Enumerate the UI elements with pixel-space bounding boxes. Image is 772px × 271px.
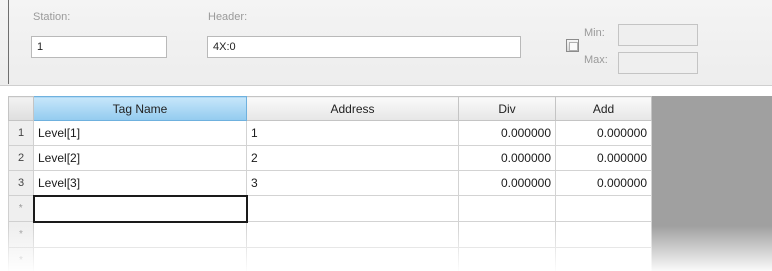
add-cell[interactable]: [555, 221, 652, 248]
header-field[interactable]: 4X:0: [207, 36, 521, 58]
column-header-tag-name[interactable]: Tag Name: [33, 96, 247, 121]
address-cell[interactable]: 1: [246, 120, 459, 146]
address-cell[interactable]: [246, 195, 459, 222]
station-field[interactable]: 1: [31, 36, 167, 58]
min-label: Min:: [584, 27, 605, 39]
table-row[interactable]: 1 Level[1] 1 0.000000 0.000000: [8, 120, 652, 146]
panel-divider: [8, 0, 9, 84]
row-header[interactable]: 2: [8, 145, 34, 171]
settings-panel: Station: 1 Header: 4X:0 Min: Max:: [0, 0, 772, 86]
tag-table: Tag Name Address Div Add 1 Level[1] 1 0.…: [8, 96, 652, 271]
tag-name-edit-cell[interactable]: [32, 194, 248, 223]
address-cell[interactable]: 3: [246, 170, 459, 196]
div-cell[interactable]: 0.000000: [458, 145, 556, 171]
add-cell[interactable]: [555, 195, 652, 222]
table-row[interactable]: 3 Level[3] 3 0.000000 0.000000: [8, 170, 652, 196]
tag-name-cell[interactable]: Level[3]: [33, 170, 247, 196]
tag-grid: Tag Name Address Div Add 1 Level[1] 1 0.…: [8, 96, 772, 271]
add-cell[interactable]: 0.000000: [555, 145, 652, 171]
tag-name-cell[interactable]: [33, 247, 247, 271]
max-label: Max:: [584, 54, 608, 66]
address-cell[interactable]: [246, 247, 459, 271]
div-cell[interactable]: 0.000000: [458, 170, 556, 196]
add-cell[interactable]: [555, 247, 652, 271]
div-cell[interactable]: [458, 247, 556, 271]
tag-name-cell[interactable]: Level[2]: [33, 145, 247, 171]
table-row[interactable]: 2 Level[2] 2 0.000000 0.000000: [8, 145, 652, 171]
column-header-add[interactable]: Add: [555, 96, 652, 121]
column-header-div[interactable]: Div: [458, 96, 556, 121]
row-header[interactable]: 1: [8, 120, 34, 146]
new-row[interactable]: *: [8, 194, 652, 223]
min-field[interactable]: [618, 24, 698, 46]
max-field[interactable]: [618, 52, 698, 74]
new-row-marker[interactable]: *: [8, 221, 34, 248]
new-row-marker[interactable]: *: [8, 247, 34, 271]
column-header-address[interactable]: Address: [246, 96, 459, 121]
grid-corner[interactable]: [8, 96, 34, 121]
range-checkbox[interactable]: [566, 39, 579, 52]
header-label: Header:: [208, 11, 248, 23]
new-row-marker[interactable]: *: [8, 195, 34, 222]
new-row[interactable]: *: [8, 247, 652, 271]
new-row[interactable]: *: [8, 221, 652, 248]
row-header[interactable]: 3: [8, 170, 34, 196]
add-cell[interactable]: 0.000000: [555, 120, 652, 146]
add-cell[interactable]: 0.000000: [555, 170, 652, 196]
div-cell[interactable]: [458, 221, 556, 248]
div-cell[interactable]: 0.000000: [458, 120, 556, 146]
div-cell[interactable]: [458, 195, 556, 222]
tag-name-cell[interactable]: [33, 221, 247, 248]
address-cell[interactable]: [246, 221, 459, 248]
address-cell[interactable]: 2: [246, 145, 459, 171]
tag-name-cell[interactable]: Level[1]: [33, 120, 247, 146]
station-label: Station:: [33, 11, 71, 23]
